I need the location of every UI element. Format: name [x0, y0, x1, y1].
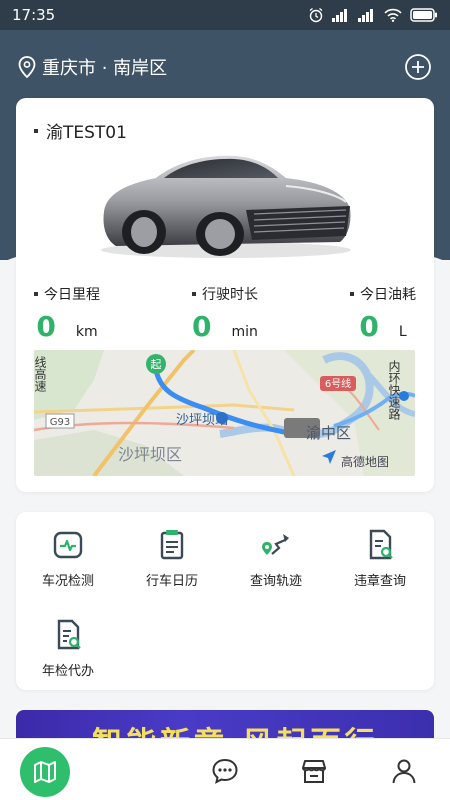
- nav-message-tab[interactable]: [205, 751, 245, 791]
- nav-profile-tab[interactable]: [384, 751, 424, 791]
- stat-unit: min: [231, 324, 258, 340]
- location-text: 重庆市 · 南岸区: [42, 58, 168, 79]
- map-icon: [34, 761, 56, 783]
- wifi-icon: [384, 8, 402, 22]
- inspection-icon: [57, 619, 81, 650]
- user-icon: [392, 759, 416, 784]
- bullet: [34, 128, 38, 133]
- stat-unit: km: [75, 324, 98, 340]
- function-track[interactable]: 查询轨迹: [226, 528, 326, 589]
- stat-value: 0: [192, 310, 212, 343]
- location-selector[interactable]: 重庆市 · 南岸区: [18, 54, 167, 80]
- function-label: 车况检测: [41, 574, 94, 589]
- function-violation[interactable]: 违章查询: [330, 528, 430, 589]
- signal-icon: [332, 9, 347, 22]
- map-label-district: 沙坪坝区: [118, 445, 182, 464]
- store-icon: [302, 760, 326, 783]
- today-stats: 今日里程 0 km 行驶时长 0 min 今日油耗 0 L: [16, 284, 434, 343]
- map-label-highway: 线高速: [34, 356, 47, 392]
- plate-row: 渝TEST01: [34, 118, 127, 143]
- function-label: 年检代办: [41, 664, 94, 679]
- function-vehicle-check[interactable]: 车况检测: [18, 528, 118, 589]
- stat-mileage: 今日里程 0 km: [34, 284, 100, 343]
- bottom-nav: [0, 738, 450, 800]
- signal-icon: [358, 9, 373, 22]
- stat-fuel: 今日油耗 0 L: [350, 284, 416, 343]
- start-marker-label: 起: [151, 358, 162, 371]
- stat-duration: 行驶时长 0 min: [192, 284, 258, 343]
- vehicle-card[interactable]: 渝TEST01 今日里程 0 km 行驶时长 0 min 今日油耗 0 L 起 …: [16, 98, 434, 492]
- location-row: 重庆市 · 南岸区: [18, 52, 432, 82]
- function-inspection[interactable]: 年检代办: [18, 618, 118, 679]
- stat-unit: L: [398, 324, 407, 340]
- location-pin-icon: [18, 56, 36, 78]
- function-label: 查询轨迹: [249, 574, 302, 589]
- status-time: 17:35: [12, 6, 56, 24]
- bullet: [192, 292, 196, 296]
- calendar-icon: [160, 530, 184, 560]
- bullet: [34, 292, 38, 296]
- chat-icon: [212, 758, 238, 784]
- nav-map-tab[interactable]: [20, 747, 70, 797]
- function-calendar[interactable]: 行车日历: [122, 528, 222, 589]
- car-image: [101, 155, 351, 258]
- vehicle-check-icon: [53, 531, 83, 559]
- stat-label: 行驶时长: [202, 287, 258, 303]
- map-label-amap: 高德地图: [341, 454, 389, 469]
- stat-value: 0: [36, 310, 56, 343]
- functions-card: 车况检测 行车日历 查询轨迹 违章查询 年检代办: [16, 512, 434, 690]
- status-bar: 17:35: [0, 0, 450, 30]
- add-button[interactable]: [404, 53, 432, 81]
- battery-icon: [410, 8, 437, 22]
- status-icons: [308, 7, 438, 23]
- alarm-icon: [309, 7, 323, 23]
- map-label-g93: G93: [50, 417, 70, 428]
- track-icon: [262, 534, 289, 555]
- stat-label: 今日油耗: [360, 287, 416, 303]
- map-label-yuzhong: 渝中区: [306, 424, 351, 442]
- map-label-line6: 6号线: [325, 377, 351, 390]
- stat-value: 0: [359, 310, 379, 343]
- violation-icon: [369, 529, 393, 560]
- map-label-neihuan: 内环快速路: [387, 360, 401, 421]
- bullet: [350, 292, 354, 296]
- plate-number: 渝TEST01: [46, 123, 127, 143]
- stat-label: 今日里程: [44, 287, 100, 303]
- function-label: 行车日历: [145, 574, 198, 589]
- trip-map[interactable]: 起 G93 沙坪坝站 沙坪坝区 渝中区 6号线 高德地图 内环快速路 线高速: [34, 350, 415, 476]
- function-label: 违章查询: [353, 574, 406, 589]
- nav-store-tab[interactable]: [294, 751, 334, 791]
